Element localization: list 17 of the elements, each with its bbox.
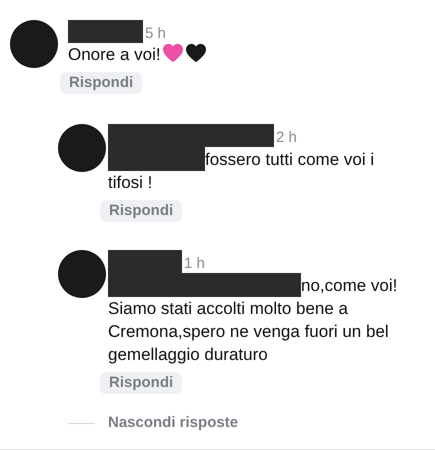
- reply-button[interactable]: Rispondi: [60, 72, 142, 94]
- timestamp: 5 h: [145, 25, 166, 43]
- heart-icon: [184, 43, 207, 63]
- reply-button[interactable]: Rispondi: [100, 372, 182, 394]
- comment-text: tifosi !: [108, 172, 154, 194]
- avatar[interactable]: [10, 20, 58, 68]
- reply-button[interactable]: Rispondi: [100, 200, 182, 222]
- avatar[interactable]: [58, 250, 106, 298]
- timestamp: 2 h: [276, 129, 297, 147]
- comment-text: fossero tutti come voi i: [205, 150, 374, 169]
- heart-icon: [162, 43, 184, 63]
- timestamp: 1 h: [184, 255, 205, 273]
- comment-text: Siamo stati accolti molto bene a Cremona,spero ne venga fuori un bel gemellaggio duraturo: [108, 298, 390, 366]
- comment-text: Onore a voi!: [68, 45, 161, 64]
- avatar[interactable]: [58, 124, 106, 172]
- hide-replies-link[interactable]: Nascondi risposte: [108, 412, 238, 434]
- comment-text: no,come voi!: [301, 276, 398, 295]
